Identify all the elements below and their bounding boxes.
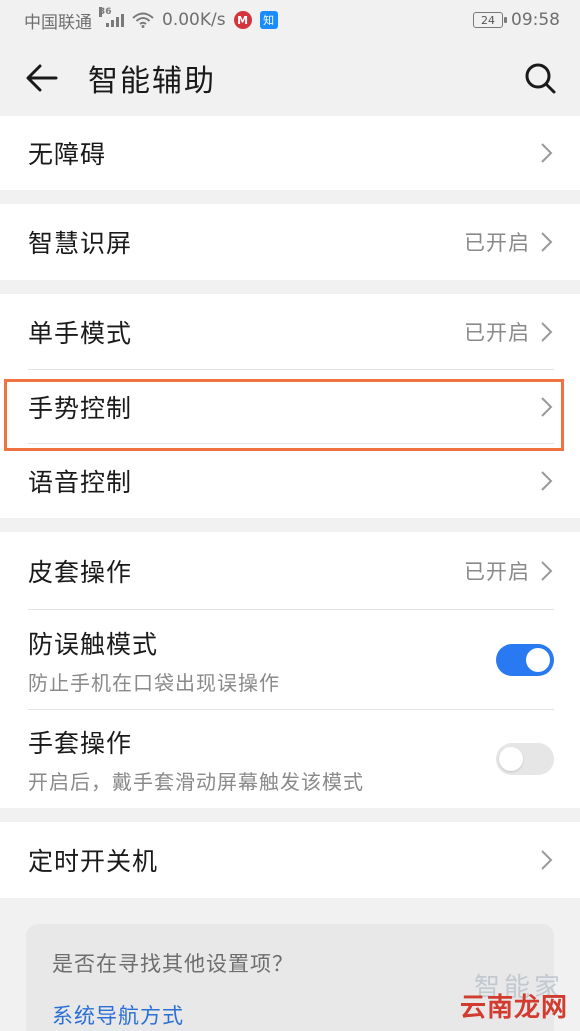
- one-hand-item[interactable]: 单手模式 已开启: [0, 294, 580, 370]
- glove-text: 手套操作 开启后，戴手套滑动屏幕触发该模式: [28, 724, 496, 795]
- cover-status: 已开启: [464, 560, 530, 584]
- chevron-right-icon: [541, 232, 553, 252]
- accessibility-label: 无障碍: [28, 140, 107, 169]
- toggle-knob: [499, 747, 523, 771]
- chevron-right-icon: [541, 471, 553, 491]
- chevron-right-icon: [541, 561, 553, 581]
- card-smart-screen: 智慧识屏 已开启: [0, 204, 580, 280]
- battery-icon: 24: [473, 12, 507, 28]
- network-type: 36: [99, 7, 112, 17]
- cover-label: 皮套操作: [28, 558, 133, 587]
- chevron-right-icon: [541, 322, 553, 342]
- glove-item: 手套操作 开启后，戴手套滑动屏幕触发该模式: [0, 710, 580, 808]
- cover-item[interactable]: 皮套操作 已开启: [0, 532, 580, 610]
- glove-toggle[interactable]: [496, 743, 554, 775]
- accidental-touch-item: 防误触模式 防止手机在口袋出现误操作: [0, 610, 580, 710]
- back-button[interactable]: [20, 56, 64, 100]
- smart-screen-label: 智慧识屏: [28, 229, 133, 258]
- zhihu-notification-icon: 知: [259, 11, 278, 29]
- watermark-bottom: 云南龙网: [459, 993, 568, 1023]
- voice-label: 语音控制: [28, 468, 133, 497]
- one-hand-label: 单手模式: [28, 319, 133, 348]
- app-notification-icon: M: [233, 11, 252, 29]
- card-control: 单手模式 已开启 手势控制 语音控制: [0, 294, 580, 518]
- watermark: 智能家 云南龙网: [440, 973, 576, 1031]
- carrier-name: 中国联通: [24, 12, 92, 33]
- search-button[interactable]: [518, 56, 562, 100]
- battery-level: 24: [481, 13, 495, 27]
- accidental-touch-label: 防误触模式: [28, 629, 159, 659]
- chevron-right-icon: [541, 143, 553, 163]
- card-accessibility: 无障碍: [0, 116, 580, 190]
- page-title: 智能辅助: [88, 64, 216, 99]
- status-bar: 中国联通 36 0.00K/s M 知 24 09:58: [0, 0, 580, 40]
- accidental-touch-desc: 防止手机在口袋出现误操作: [28, 670, 280, 695]
- one-hand-status: 已开启: [464, 321, 530, 345]
- chevron-right-icon: [541, 850, 553, 870]
- accidental-touch-text: 防误触模式 防止手机在口袋出现误操作: [28, 625, 496, 696]
- wifi-icon: [132, 12, 154, 28]
- smart-screen-status: 已开启: [464, 231, 530, 255]
- arrow-left-icon: [26, 64, 58, 92]
- toggle-knob: [526, 648, 550, 672]
- card-cover-touch: 皮套操作 已开启 防误触模式 防止手机在口袋出现误操作 手套操作 开启后，戴手套…: [0, 532, 580, 808]
- gesture-item[interactable]: 手势控制: [0, 370, 580, 444]
- app-header: 智能辅助: [0, 40, 580, 116]
- network-speed: 0.00K/s: [162, 10, 226, 30]
- accessibility-item[interactable]: 无障碍: [0, 116, 580, 190]
- accidental-touch-toggle[interactable]: [496, 644, 554, 676]
- scheduled-power-label: 定时开关机: [28, 847, 159, 876]
- card-scheduled-power: 定时开关机: [0, 822, 580, 898]
- glove-desc: 开启后，戴手套滑动屏幕触发该模式: [28, 769, 364, 794]
- scheduled-power-item[interactable]: 定时开关机: [0, 822, 580, 898]
- signal-icon: 36: [99, 7, 124, 27]
- suggestion-question: 是否在寻找其他设置项？: [52, 952, 294, 976]
- smart-screen-item[interactable]: 智慧识屏 已开启: [0, 204, 580, 280]
- voice-item[interactable]: 语音控制: [0, 444, 580, 518]
- chevron-right-icon: [541, 397, 553, 417]
- search-icon: [525, 63, 556, 94]
- gesture-label: 手势控制: [28, 394, 133, 423]
- glove-label: 手套操作: [28, 728, 133, 758]
- clock: 09:58: [511, 10, 560, 30]
